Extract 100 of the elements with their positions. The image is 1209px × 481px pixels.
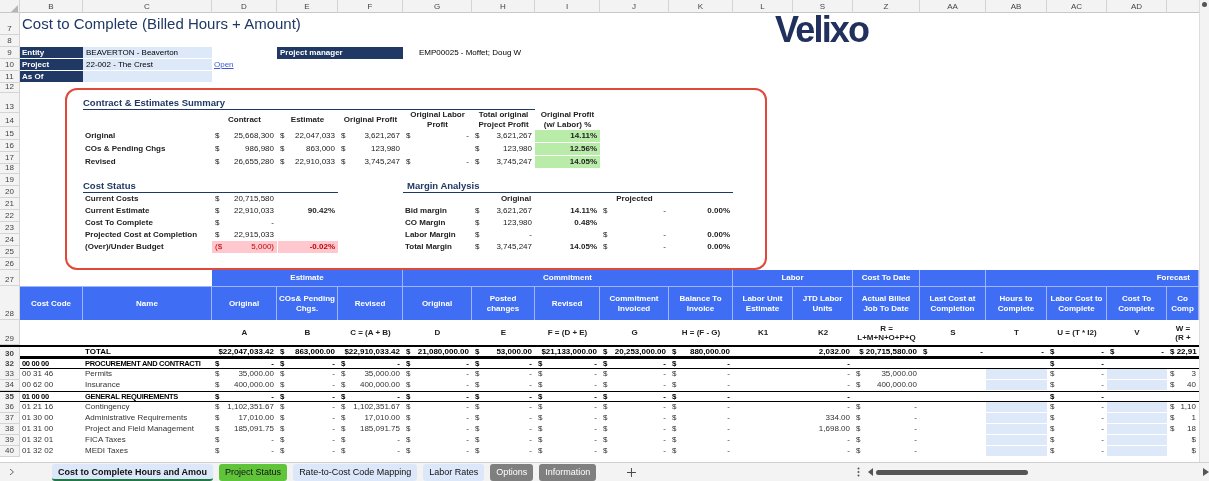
table-cell-text: $ - [602,446,667,457]
column-header[interactable]: AB [986,0,1047,13]
sheet-tab[interactable]: Labor Rates [423,463,485,481]
input-cell[interactable] [986,435,1047,446]
field-value: EMP00025 - Moffet; Doug W [418,47,523,59]
row-number: 8 [0,35,20,47]
table-cell-text: MEDI Taxes [84,446,129,457]
column-header[interactable]: S [793,0,853,13]
column-header: COs& Pending Chgs. [277,286,338,320]
table-cell-text: $ - [537,380,598,391]
row-label: Current Estimate [84,205,151,217]
column-header[interactable]: J [600,0,669,13]
column-header[interactable]: F [338,0,403,13]
column-header: Hours to Complete [986,286,1047,320]
table-cell-text: $ 3 [1169,369,1197,380]
column-header[interactable]: L [733,0,793,13]
input-cell[interactable] [986,424,1047,435]
table-cell-text: $ - [671,380,731,391]
vertical-scrollbar[interactable] [1199,0,1209,462]
formula-label: C = (A + B) [349,327,392,339]
input-cell[interactable] [1107,413,1167,424]
sheet-tab[interactable]: Options [490,463,534,481]
formula-label: F = (D + E) [546,327,589,339]
scroll-right-icon[interactable] [1203,468,1209,476]
column-header[interactable]: I [535,0,600,13]
column-header[interactable]: B [20,0,83,13]
more-options-icon[interactable] [857,467,861,477]
column-header[interactable]: G [403,0,472,13]
table-cell-text: $ 400,000.00 [855,380,918,391]
column-header: Original [403,286,472,320]
table-cell-text: $ 53,000.00 [474,347,533,358]
column-header[interactable]: E [277,0,338,13]
table-cell-text: $ - [214,446,275,457]
sheet-tab[interactable]: Information [539,463,597,481]
input-cell[interactable] [986,413,1047,424]
field-label: Project manager [277,47,403,59]
table-cell-text: $ - [405,402,470,413]
column-header: Revised [535,286,600,320]
table-cell-text: $ - [537,413,598,424]
sheet-tab[interactable]: Cost to Complete Hours and Amou [51,463,214,481]
row-label: Current Costs [84,193,140,205]
column-header[interactable]: C [83,0,212,13]
horizontal-scrollbar[interactable] [868,467,1209,477]
row-number: 22 [0,210,20,222]
table-cell-text: $ 20,715,580.00 [858,347,918,358]
column-heading: Contract [227,114,262,126]
table-cell-text: 00 31 46 [21,369,55,380]
input-cell[interactable] [986,446,1047,457]
column-header[interactable]: AA [920,0,986,13]
table-cell-text: $ - [279,413,336,424]
table-cell-text: $ - [1049,435,1105,446]
table-cell-text: $ 35,000.00 [214,369,275,380]
input-field[interactable] [83,71,212,83]
input-cell[interactable] [1107,380,1167,391]
sheet-tab[interactable]: Project Status [219,463,288,481]
input-cell[interactable] [986,380,1047,391]
table-cell-text: $ - [855,402,918,413]
input-cell[interactable] [1107,446,1167,457]
input-field[interactable]: 22-002 - The Crest [83,59,212,71]
section-title: Contract & Estimates Summary [83,96,535,110]
table-cell-text: $ - [279,359,336,370]
percent-cell-text: 0.00% [706,205,731,217]
column-header[interactable]: K [669,0,733,13]
sheet-tab[interactable]: Rate-to-Cost Code Mapping [293,463,418,481]
amount-cell-text: $ 3,745,247 [474,156,533,168]
table-cell-text: $ - [1049,413,1105,424]
table-cell-text: $ - [602,424,667,435]
input-cell[interactable] [1107,435,1167,446]
column-header[interactable]: H [472,0,535,13]
table-cell-text: $ 17,010.00 [214,413,275,424]
input-field[interactable]: BEAVERTON - Beaverton [83,47,212,59]
amount-cell-text: $ 3,745,247 [340,156,401,168]
column-heading: Total original Project Profit [477,110,530,130]
chevron-right-icon[interactable] [9,468,15,476]
input-cell[interactable] [986,402,1047,413]
add-sheet-icon[interactable] [627,467,637,477]
input-cell[interactable] [1107,369,1167,380]
input-cell[interactable] [1107,424,1167,435]
table-cell-text: - [846,392,851,403]
table-cell-text: $ 863,000.00 [279,347,336,358]
row-number: 27 [0,270,20,286]
column-header[interactable]: D [212,0,277,13]
table-cell-text: $ 400,000.00 [340,380,401,391]
open-link[interactable]: Open [214,60,234,69]
row-number: 19 [0,174,20,186]
amount-cell: ($ 5,000) [212,241,277,253]
table-cell-text: - [846,402,851,413]
table-cell-text: $ - [537,424,598,435]
table-cell-text: - [846,435,851,446]
scroll-left-icon[interactable] [868,468,875,476]
input-cell[interactable] [1107,402,1167,413]
column-header[interactable]: AC [1047,0,1107,13]
percent-cell-text: 0.00% [706,229,731,241]
column-header[interactable]: AD [1107,0,1167,13]
column-heading: Projected [615,193,654,205]
table-cell-text: $ - [1049,380,1105,391]
section-title: Margin Analysis [403,179,733,193]
input-cell[interactable] [986,369,1047,380]
column-header[interactable]: Z [853,0,920,13]
amount-cell-text: $ - [602,205,667,217]
